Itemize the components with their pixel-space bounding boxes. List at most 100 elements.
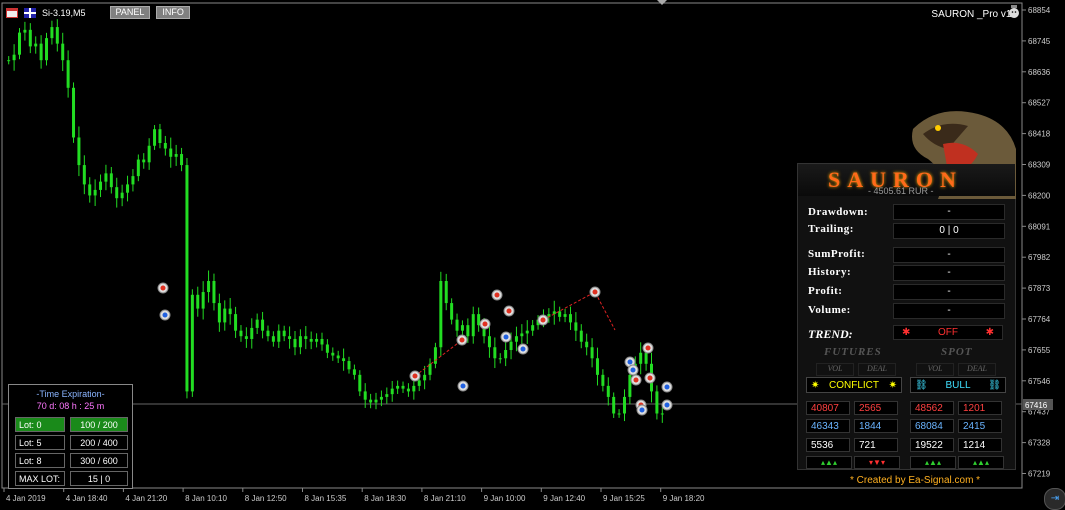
lot-value: 200 / 400 [70,435,128,450]
marker-dot [482,321,488,327]
candle-body [374,399,378,403]
candle-body [77,137,81,166]
time-tick-label: 9 Jan 12:40 [543,494,585,503]
candle-body [255,319,259,328]
candle-body [277,330,281,342]
candle-body [82,165,86,185]
price-tick-label: 68745 [1028,37,1051,46]
candle-body [109,173,113,188]
max-lot-value: 15 | 0 [70,471,128,486]
candle-body [50,27,54,39]
candle-body [655,391,659,414]
candle-body [126,184,130,193]
marker-dot [459,337,465,343]
price-tick-label: 67982 [1028,253,1051,262]
candle-body [12,54,16,61]
candle-body [34,43,38,47]
sumprofit-value: - [893,247,1005,263]
trend-value: OFF [938,327,958,338]
candle-body [493,347,497,359]
candle-body [115,187,119,199]
arrow-up-icon: ▴▲▴ [910,456,956,469]
candle-body [288,336,292,339]
smiley-icon[interactable] [1008,5,1020,19]
grid-cell: 2565 [854,401,898,415]
sauron-panel: SAURON - 4505.61 RUR - Drawdown: - Trail… [797,111,1016,470]
star-icon: ✷ [811,379,820,391]
trend-toggle[interactable]: ✱ OFF ✱ [893,325,1003,340]
lot-label[interactable]: Lot: 8 [15,453,65,468]
lot-label[interactable]: Lot: 5 [15,435,65,450]
candle-body [466,325,470,337]
marker-dot [494,292,500,298]
candle-body [320,338,324,345]
price-tick-label: 67873 [1028,284,1051,293]
price-tick-label: 68527 [1028,99,1051,108]
price-tick-label: 67219 [1028,470,1051,479]
grid-cell: 19522 [910,438,954,452]
candle-body [7,60,11,62]
marker-dot [664,402,670,408]
time-tick-label: 8 Jan 15:35 [305,494,347,503]
candle-body [460,325,464,331]
futures-signal: CONFLICT [829,379,879,391]
candle-body [72,87,76,138]
candle-body [190,294,194,392]
time-tick-label: 8 Jan 21:10 [424,494,466,503]
grid-cell: 1844 [854,419,898,433]
candle-body [104,173,108,182]
lot-value: 300 / 600 [70,453,128,468]
candle-body [309,338,313,342]
chart-window-icon[interactable] [6,7,18,18]
time-tick-label: 8 Jan 18:30 [364,494,406,503]
price-tick-label: 67328 [1028,439,1051,448]
candle-body [660,413,664,415]
candle-body [363,391,367,400]
candle-body [563,314,567,317]
marker-dot [664,384,670,390]
candle-body [55,27,59,44]
candle-body [401,385,405,389]
marker-dot [540,317,546,323]
ea-title: SAURON _Pro v15 [931,9,1017,20]
time-tick-label: 4 Jan 18:40 [66,494,108,503]
credit-text[interactable]: * Created by Ea-Signal.com * [850,475,980,486]
candle-body [61,43,65,61]
candle-body [261,319,265,331]
candle-body [212,281,216,304]
candle-body [514,336,518,342]
chain-icon: ⛓ [988,379,1001,391]
info-button[interactable]: INFO [156,6,190,19]
panel-button[interactable]: PANEL [109,6,151,19]
flag-icon[interactable] [24,7,36,18]
candle-body [266,330,270,337]
candle-body [379,396,383,400]
candle-body [531,325,535,331]
candle-body [234,314,238,331]
star-icon: ✱ [985,327,994,338]
price-tick-label: 67655 [1028,346,1051,355]
scroll-end-icon[interactable]: ⇥ [1044,488,1065,510]
candle-body [271,336,275,342]
volume-label: Volume: [808,304,851,316]
spot-signal: BULL [945,379,971,391]
candle-body [601,374,605,386]
candle-body [644,352,648,364]
candle-body [412,385,416,392]
candle-body [455,319,459,331]
candle-body [207,281,211,293]
trailing-label: Trailing: [808,223,854,235]
candle-body [525,330,529,334]
lot-value: 100 / 200 [70,417,128,432]
futures-signal-box: ✷ CONFLICT ✷ [806,377,902,393]
price-tick-label: 68854 [1028,6,1051,15]
candle-body [606,385,610,397]
drawdown-label: Drawdown: [808,206,869,218]
chart-shift-icon[interactable] [657,0,667,5]
lot-label[interactable]: Lot: 0 [15,417,65,432]
candle-body [444,281,448,304]
marker-dot [639,407,645,413]
candle-body [153,129,157,146]
price-tick-label: 68309 [1028,161,1051,170]
marker-dot [162,312,168,318]
